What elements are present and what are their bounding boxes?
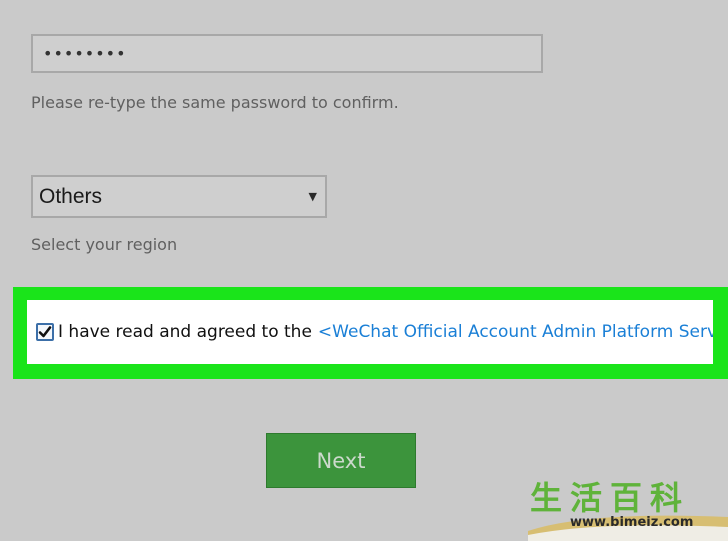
- password-dots: ••••••••: [43, 43, 127, 63]
- dropdown-arrow-icon: ▼: [308, 190, 317, 203]
- region-select[interactable]: Others ▼: [31, 175, 327, 218]
- next-button[interactable]: Next: [266, 433, 416, 488]
- confirm-password-hint: Please re-type the same password to conf…: [31, 93, 399, 112]
- region-selected-value: Others: [39, 184, 103, 208]
- region-hint: Select your region: [31, 235, 178, 254]
- watermark-chars: 生活百科: [530, 481, 691, 517]
- confirm-password-field[interactable]: ••••••••: [31, 34, 543, 73]
- watermark-logo: 生活百科 www.bimeiz.com: [528, 481, 728, 541]
- checkmark-icon: [38, 326, 52, 338]
- agreement-link[interactable]: <WeChat Official Account Admin Platform …: [318, 322, 713, 342]
- agreement-text: I have read and agreed to the: [58, 322, 312, 342]
- agreement-checkbox[interactable]: [36, 323, 54, 341]
- watermark-url: www.bimeiz.com: [570, 515, 694, 530]
- agreement-row: I have read and agreed to the <WeChat Of…: [27, 300, 713, 364]
